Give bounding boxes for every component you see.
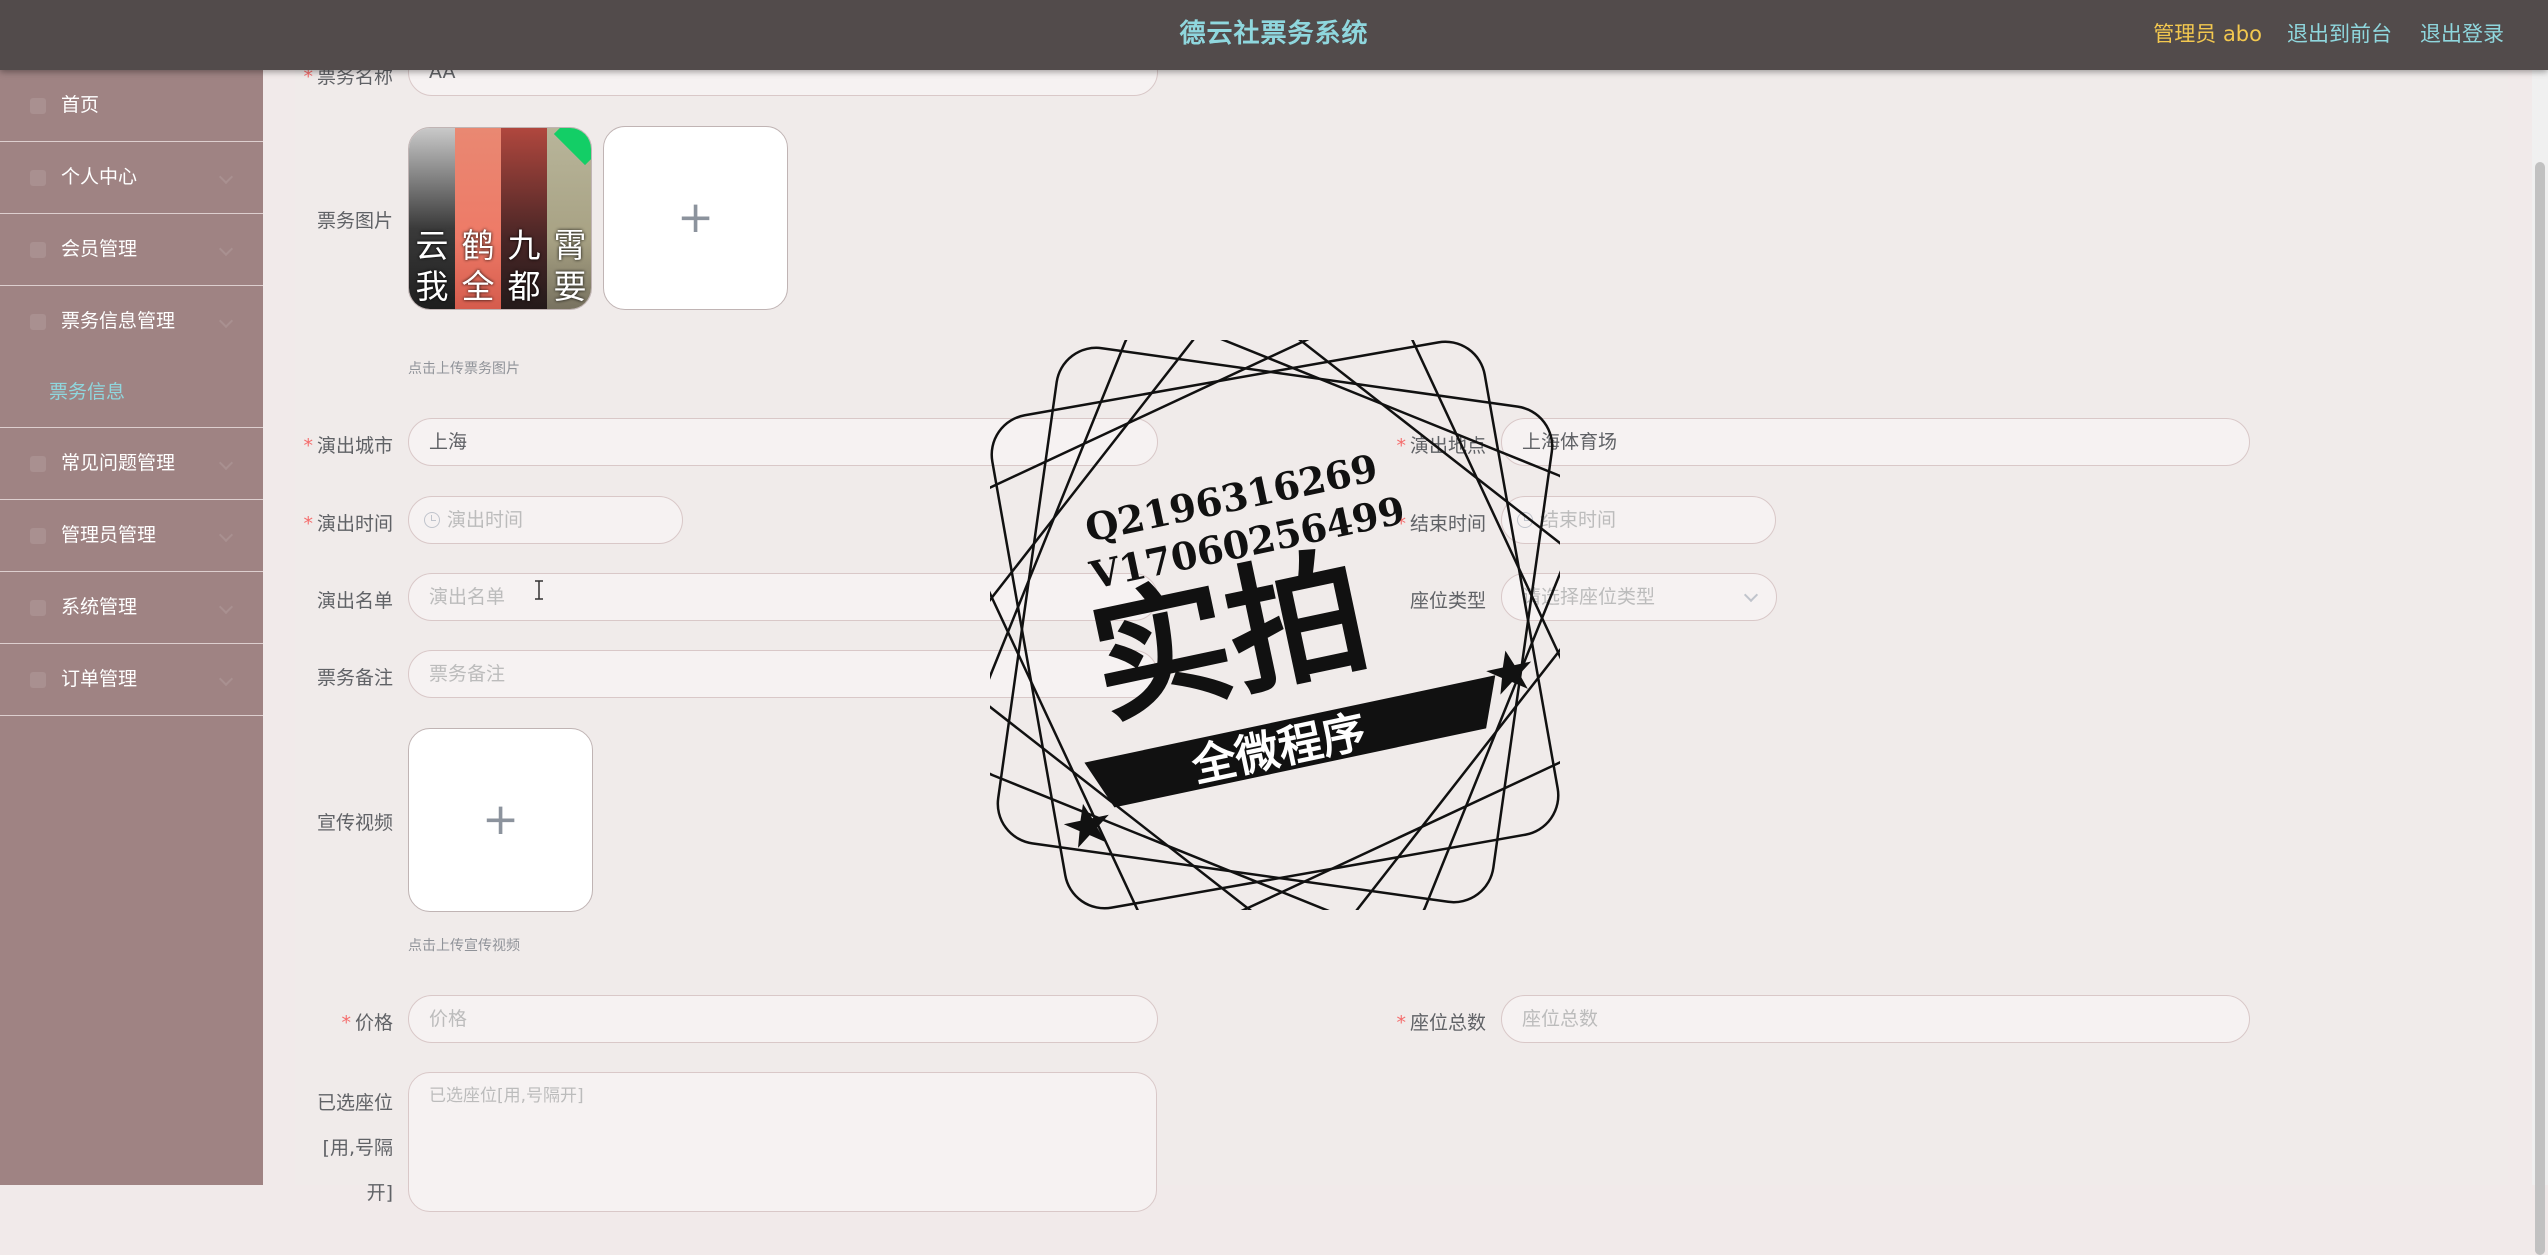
sidebar-item-label: 管理员管理 bbox=[61, 524, 157, 546]
chevron-down-icon bbox=[218, 169, 234, 185]
plus-icon: + bbox=[482, 794, 519, 845]
sidebar-subitem-ticket-info[interactable]: 票务信息 bbox=[0, 357, 263, 428]
system-icon bbox=[30, 600, 46, 616]
chevron-down-icon bbox=[218, 455, 234, 471]
faq-icon bbox=[30, 456, 46, 472]
sidebar-item-label: 会员管理 bbox=[61, 238, 138, 260]
members-icon bbox=[30, 242, 46, 258]
scrollbar[interactable] bbox=[2532, 70, 2548, 1255]
home-icon bbox=[30, 98, 46, 114]
clock-icon bbox=[424, 512, 440, 528]
sidebar-item-label: 票务信息管理 bbox=[61, 310, 176, 332]
sidebar-item-label: 个人中心 bbox=[61, 166, 138, 188]
chevron-down-icon bbox=[218, 599, 234, 615]
plus-icon: + bbox=[677, 192, 714, 243]
thumb-text: 霄要 bbox=[553, 226, 587, 306]
cast-label: 演出名单 bbox=[316, 590, 393, 612]
city-label: * 演出城市 bbox=[303, 435, 393, 457]
start-time-placeholder: 演出时间 bbox=[447, 509, 524, 531]
sidebar: 首页 个人中心 会员管理 票务信息管理 票务信息 常见问题管理 管理员管理 系统… bbox=[0, 70, 263, 1185]
admin-icon bbox=[30, 528, 46, 544]
ticket-image-hint: 点击上传票务图片 bbox=[408, 361, 520, 377]
sidebar-item-label: 首页 bbox=[61, 94, 100, 116]
chevron-down-icon bbox=[218, 671, 234, 687]
order-icon bbox=[30, 672, 46, 688]
sidebar-item-label: 常见问题管理 bbox=[61, 452, 176, 474]
ticket-image-label: 票务图片 bbox=[316, 210, 393, 232]
video-hint: 点击上传宣传视频 bbox=[408, 938, 520, 954]
chevron-down-icon bbox=[218, 527, 234, 543]
thumb-text: 鹤全 bbox=[461, 226, 495, 306]
sidebar-item-tickets[interactable]: 票务信息管理 bbox=[0, 286, 263, 357]
price-label: * 价格 bbox=[341, 1012, 393, 1034]
user-icon bbox=[30, 170, 46, 186]
video-upload-button[interactable]: + bbox=[408, 728, 593, 912]
total-seats-input[interactable]: 座位总数 bbox=[1501, 995, 2250, 1043]
sidebar-item-members[interactable]: 会员管理 bbox=[0, 214, 263, 286]
ticket-icon bbox=[30, 314, 46, 330]
scrollbar-thumb[interactable] bbox=[2535, 162, 2545, 1255]
sidebar-item-system[interactable]: 系统管理 bbox=[0, 572, 263, 644]
price-input[interactable]: 价格 bbox=[408, 995, 1158, 1043]
admin-label: 管理员 abo bbox=[2153, 22, 2262, 46]
selected-seats-placeholder: 已选座位[用,号隔开] bbox=[429, 1086, 584, 1106]
selected-seats-textarea[interactable]: 已选座位[用,号隔开] bbox=[408, 1072, 1157, 1212]
total-seats-placeholder: 座位总数 bbox=[1522, 1008, 1599, 1030]
watermark-stamp: Q2196316269 V17060256499 实拍 全微程序 bbox=[990, 340, 1560, 910]
cast-placeholder: 演出名单 bbox=[429, 586, 506, 608]
text-cursor-icon bbox=[535, 580, 543, 600]
price-placeholder: 价格 bbox=[429, 1008, 468, 1030]
thumb-text: 九都 bbox=[507, 226, 541, 306]
start-time-picker[interactable]: 演出时间 bbox=[408, 496, 683, 544]
video-label: 宣传视频 bbox=[316, 812, 393, 834]
sidebar-item-home[interactable]: 首页 bbox=[0, 70, 263, 142]
sidebar-item-label: 订单管理 bbox=[61, 668, 138, 690]
selected-seats-label: 已选座位 [用,号隔 开] bbox=[316, 1092, 393, 1204]
back-to-front-link[interactable]: 退出到前台 bbox=[2287, 0, 2392, 68]
start-time-label: * 演出时间 bbox=[303, 513, 393, 535]
total-seats-label: * 座位总数 bbox=[1396, 1012, 1486, 1034]
ticket-image-thumbnail[interactable]: 云我 鹤全 九都 霄要 bbox=[408, 127, 592, 310]
thumb-text: 云我 bbox=[415, 226, 449, 306]
sidebar-item-admins[interactable]: 管理员管理 bbox=[0, 500, 263, 572]
chevron-up-icon bbox=[218, 313, 234, 329]
sidebar-item-profile[interactable]: 个人中心 bbox=[0, 142, 263, 214]
chevron-down-icon bbox=[218, 241, 234, 257]
note-label: 票务备注 bbox=[316, 667, 393, 689]
chevron-down-icon bbox=[1743, 587, 1759, 603]
sidebar-item-orders[interactable]: 订单管理 bbox=[0, 644, 263, 716]
venue-input[interactable]: 上海体育场 bbox=[1501, 418, 2250, 466]
logout-link[interactable]: 退出登录 bbox=[2420, 0, 2504, 68]
sidebar-item-faq[interactable]: 常见问题管理 bbox=[0, 428, 263, 500]
sidebar-item-label: 系统管理 bbox=[61, 596, 138, 618]
top-bar: 德云社票务系统 管理员 abo 退出到前台 退出登录 bbox=[0, 0, 2548, 70]
ticket-image-upload-button[interactable]: + bbox=[603, 126, 788, 310]
note-placeholder: 票务备注 bbox=[429, 663, 506, 685]
